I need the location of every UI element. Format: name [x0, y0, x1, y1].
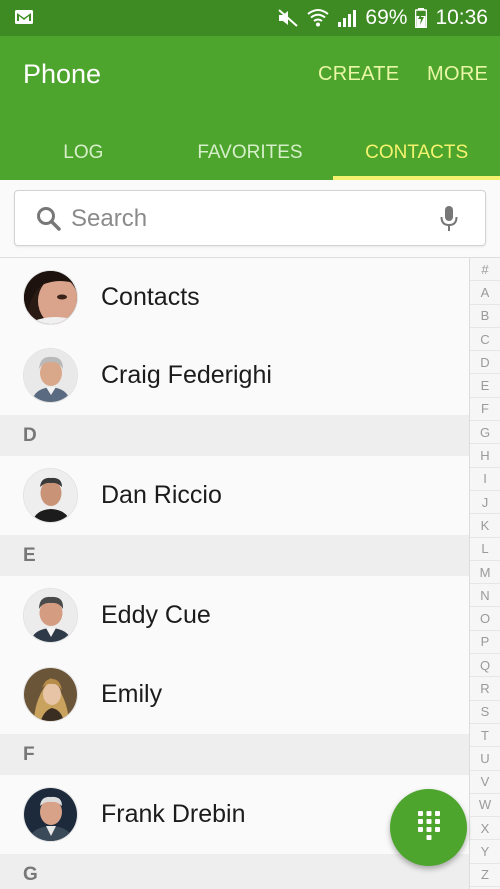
avatar: [23, 468, 78, 523]
alphabet-index[interactable]: # A B C D E F G H I J K L M N O P Q R S …: [469, 258, 500, 889]
wifi-icon: [307, 8, 330, 28]
index-letter[interactable]: P: [470, 631, 500, 655]
contact-name: Contacts: [101, 282, 200, 311]
contact-row[interactable]: Dan Riccio: [0, 456, 469, 535]
index-letter[interactable]: T: [470, 724, 500, 748]
section-header: D: [0, 415, 469, 456]
search-icon: [36, 206, 62, 237]
index-letter[interactable]: I: [470, 468, 500, 491]
battery-charging-icon: [415, 8, 428, 28]
search-input[interactable]: [71, 203, 431, 235]
index-letter[interactable]: A: [470, 281, 500, 305]
index-letter[interactable]: G: [470, 421, 500, 445]
tab-log[interactable]: LOG: [0, 126, 167, 180]
create-button[interactable]: CREATE: [318, 63, 399, 86]
contact-name: Emily: [101, 680, 163, 708]
index-letter[interactable]: M: [470, 561, 500, 585]
contact-row[interactable]: Craig Federighi: [0, 336, 469, 415]
gmail-icon: [14, 9, 34, 30]
index-letter[interactable]: C: [470, 328, 500, 352]
index-letter[interactable]: F: [470, 398, 500, 422]
signal-icon: [337, 8, 357, 28]
avatar: [23, 667, 78, 722]
section-header: F: [0, 734, 469, 775]
index-letter[interactable]: B: [470, 305, 500, 328]
index-letter[interactable]: N: [470, 584, 500, 608]
app-bar: Phone CREATE MORE LOG FAVORITES CONTACTS: [0, 36, 500, 180]
index-letter[interactable]: L: [470, 538, 500, 561]
index-letter[interactable]: H: [470, 444, 500, 468]
index-letter[interactable]: J: [470, 491, 500, 515]
index-letter[interactable]: R: [470, 677, 500, 701]
index-letter[interactable]: W: [470, 794, 500, 818]
index-letter[interactable]: Q: [470, 654, 500, 678]
tab-favorites[interactable]: FAVORITES: [167, 126, 334, 180]
battery-percent: 69%: [365, 6, 408, 29]
contact-row[interactable]: Contacts: [0, 258, 469, 336]
status-bar: 69% 10:36: [0, 0, 500, 36]
index-letter[interactable]: V: [470, 771, 500, 794]
avatar: [23, 348, 78, 403]
index-letter[interactable]: K: [470, 514, 500, 538]
index-letter[interactable]: S: [470, 701, 500, 724]
index-letter[interactable]: U: [470, 747, 500, 771]
index-letter[interactable]: #: [470, 258, 500, 282]
avatar: [23, 787, 78, 842]
section-header: G: [0, 854, 469, 889]
index-letter[interactable]: O: [470, 607, 500, 631]
contacts-list: Contacts Craig Federighi D Dan Riccio E: [0, 258, 469, 889]
clock: 10:36: [435, 6, 488, 29]
mute-icon: [277, 8, 299, 28]
avatar: [23, 269, 78, 325]
dialpad-button[interactable]: [390, 789, 467, 866]
index-letter[interactable]: E: [470, 374, 500, 398]
more-button[interactable]: MORE: [427, 63, 488, 86]
index-letter[interactable]: D: [470, 351, 500, 375]
index-letter[interactable]: Z: [470, 864, 500, 888]
search-bar: [14, 190, 486, 246]
avatar: [23, 588, 78, 643]
section-header: E: [0, 535, 469, 576]
contact-name: Craig Federighi: [101, 361, 272, 389]
microphone-icon[interactable]: [439, 205, 459, 238]
tab-bar: LOG FAVORITES CONTACTS: [0, 126, 500, 180]
contact-name: Dan Riccio: [101, 481, 222, 509]
index-letter[interactable]: Y: [470, 840, 500, 864]
tab-contacts[interactable]: CONTACTS: [333, 126, 500, 180]
contact-name: Frank Drebin: [101, 800, 246, 828]
contact-row[interactable]: Emily: [0, 655, 469, 734]
contact-name: Eddy Cue: [101, 601, 211, 629]
dialpad-icon: [416, 809, 442, 846]
app-title: Phone: [23, 59, 102, 89]
index-letter[interactable]: X: [470, 817, 500, 841]
contact-row[interactable]: Eddy Cue: [0, 576, 469, 655]
